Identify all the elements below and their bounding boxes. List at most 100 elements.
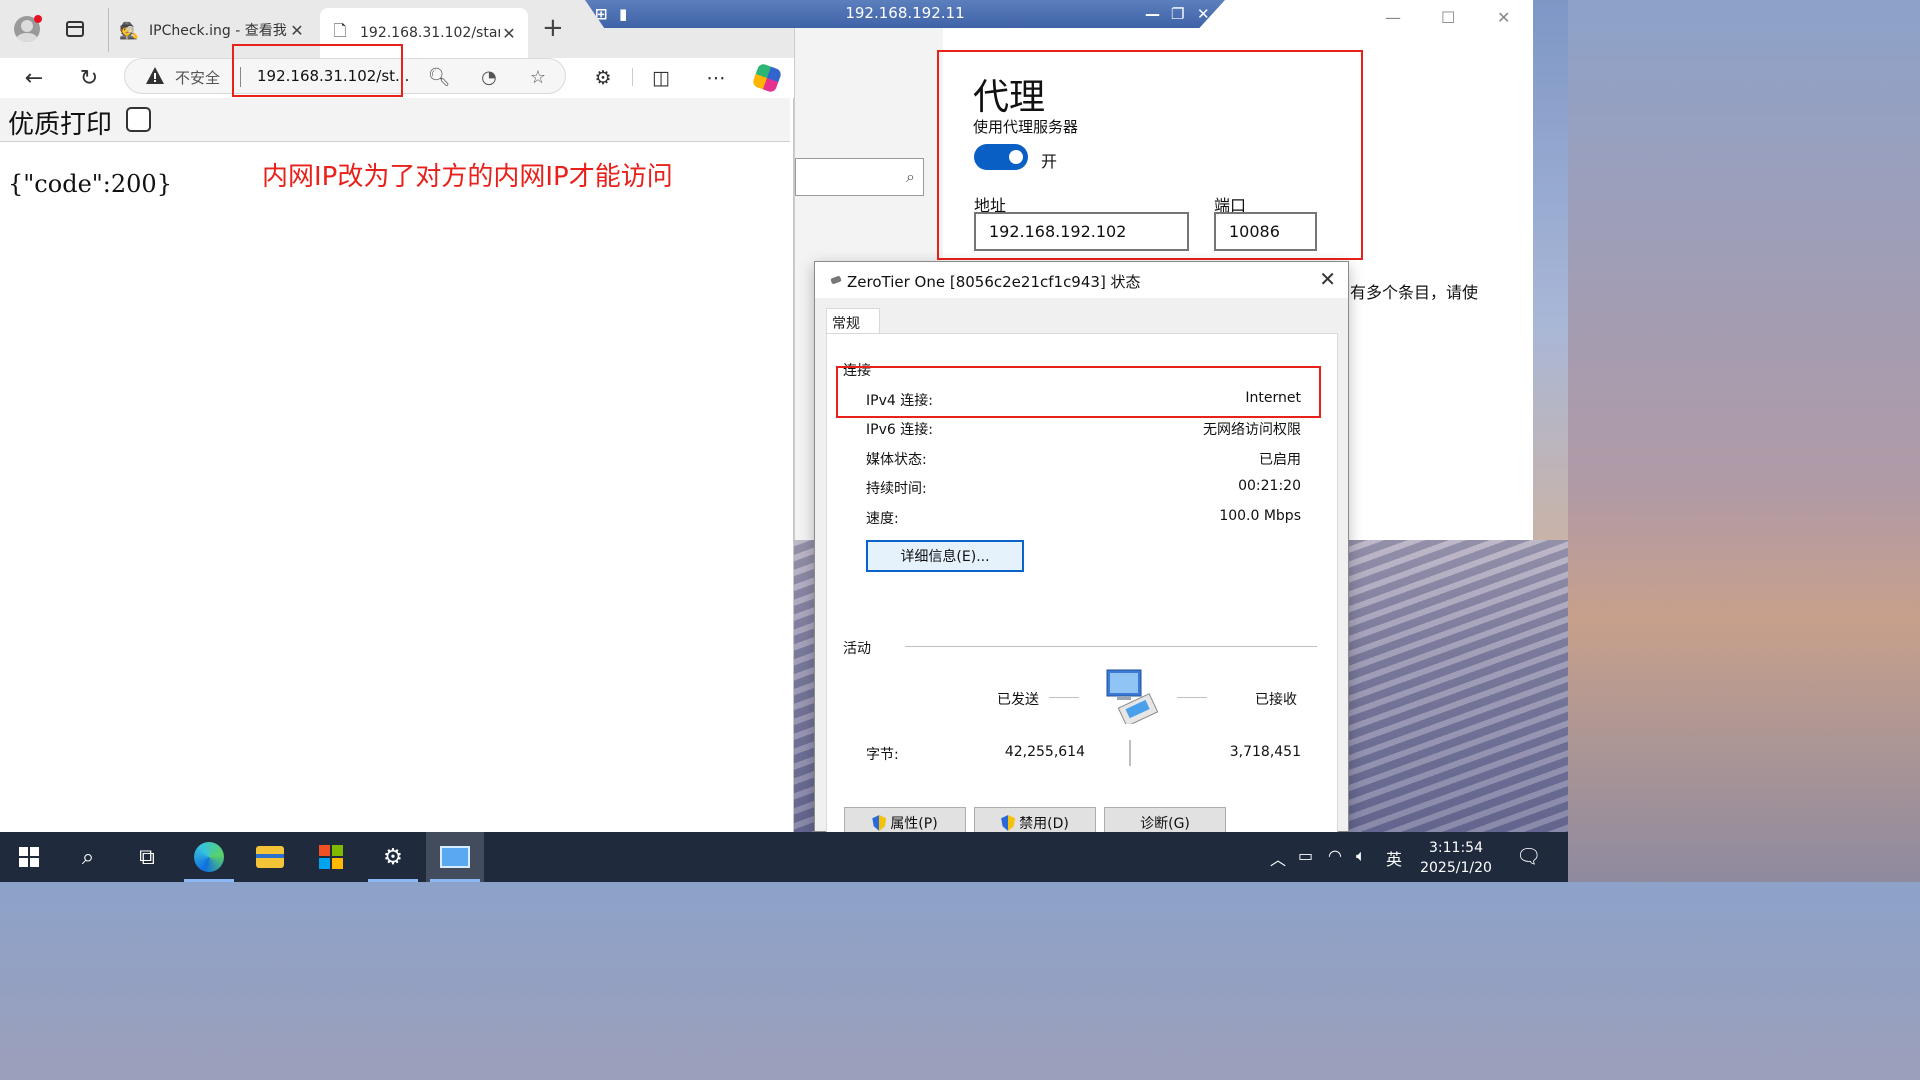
profile-avatar-button[interactable]	[12, 14, 42, 44]
windows-logo-icon	[19, 847, 39, 867]
activity-section-label: 活动	[843, 641, 871, 657]
desktop-wallpaper-sky	[1533, 0, 1568, 540]
page-icon: 🗋	[333, 20, 347, 40]
minimize-icon[interactable]: —	[1385, 8, 1401, 27]
remote-host-title: 192.168.192.11	[845, 4, 965, 22]
disable-button-label: 禁用(D)	[1019, 816, 1069, 832]
wifi-icon[interactable]: ◠	[1328, 846, 1342, 865]
notification-center-icon[interactable]: 🗨︎	[1516, 844, 1541, 868]
bytes-divider	[1129, 740, 1131, 766]
duration-value: 00:21:20	[1238, 478, 1301, 494]
warning-icon[interactable]	[145, 66, 165, 86]
received-label: 已接收	[1255, 692, 1297, 708]
folder-icon	[256, 846, 284, 868]
speed-value: 100.0 Mbps	[1219, 508, 1301, 524]
close-tab-icon[interactable]: ✕	[288, 21, 306, 40]
speed-label: 速度:	[866, 511, 899, 527]
details-button[interactable]: 详细信息(E)...	[866, 540, 1024, 572]
minimize-icon[interactable]: —	[1145, 5, 1160, 23]
media-state-label: 媒体状态:	[866, 452, 927, 468]
chevron-up-icon[interactable]: ︿	[1270, 846, 1286, 870]
system-clock[interactable]: 3:11:54 2025/1/20	[1410, 838, 1502, 878]
more-menu-icon[interactable]: ⋯	[701, 63, 731, 93]
close-icon[interactable]: ✕	[1319, 267, 1336, 291]
security-status-label[interactable]: 不安全	[175, 67, 220, 88]
dialog-title: ZeroTier One [8056c2e21cf1c943] 状态	[847, 273, 1141, 291]
taskbar: ⌕ ⧉ ⚙ ︿ ▭ ◠ 🔈︎ 英 3:11:54 2025/1/20 🗨︎	[0, 832, 1568, 882]
split-screen-icon[interactable]: ◫	[646, 63, 676, 93]
bytes-label: 字节:	[866, 747, 899, 763]
truncated-help-text: 有多个条目，请使	[1350, 283, 1479, 302]
taskbar-settings[interactable]: ⚙	[364, 832, 422, 882]
battery-icon[interactable]: ▭	[1298, 846, 1313, 865]
gear-icon: ⚙	[383, 844, 403, 870]
search-icon: ⌕	[81, 844, 95, 870]
bytes-sent-value: 42,255,614	[1004, 744, 1085, 760]
notification-dot	[34, 15, 42, 23]
refresh-button[interactable]: ↻	[73, 62, 105, 94]
activity-divider	[905, 646, 1317, 647]
sent-label: 已发送	[997, 692, 1039, 708]
remote-desktop-icon	[440, 846, 470, 868]
browser-window: 🕵 IPCheck.ing - 查看我 ✕ 🗋 192.168.31.102/s…	[0, 0, 794, 832]
taskbar-edge[interactable]	[180, 832, 238, 882]
search-button[interactable]: ⌕	[59, 832, 117, 882]
tab-title: 192.168.31.102/start	[360, 25, 500, 41]
volume-icon[interactable]: 🔈︎	[1356, 846, 1366, 866]
taskbar-remote-desktop[interactable]	[426, 832, 484, 882]
print-quality-checkbox[interactable]	[126, 107, 151, 132]
dialog-titlebar: ZeroTier One [8056c2e21cf1c943] 状态 ✕	[815, 262, 1348, 298]
toolbar-divider	[632, 68, 633, 86]
edge-icon	[194, 842, 224, 872]
received-line	[1177, 697, 1207, 698]
new-tab-button[interactable]: +	[542, 15, 564, 41]
restore-icon[interactable]: ❐	[1171, 5, 1184, 23]
running-indicator	[184, 879, 234, 882]
remote-desktop-bar: ⊞ ▮ 192.168.192.11 — ❐ ✕	[585, 0, 1225, 28]
network-computers-icon	[1106, 669, 1159, 724]
ipv4-highlight-box	[836, 366, 1321, 418]
print-option-bar: 优质打印	[0, 98, 790, 142]
sent-line	[1049, 697, 1079, 698]
zoom-icon[interactable]: 🔍︎	[427, 65, 451, 89]
store-icon	[319, 845, 343, 869]
running-indicator	[368, 879, 418, 882]
maximize-icon[interactable]: ☐	[1441, 8, 1455, 27]
running-indicator	[430, 879, 480, 882]
uac-shield-icon	[1001, 815, 1016, 831]
media-state-value: 已启用	[1259, 452, 1301, 468]
start-button[interactable]	[0, 832, 58, 882]
close-icon[interactable]: ✕	[1497, 8, 1510, 27]
ime-indicator[interactable]: 英	[1386, 846, 1402, 870]
copilot-button[interactable]	[751, 62, 783, 94]
task-view-button[interactable]: ⧉	[118, 832, 176, 882]
red-annotation-text: 内网IP改为了对方的内网IP才能访问	[262, 162, 673, 192]
browser-essentials-icon[interactable]: ◔	[477, 65, 501, 89]
tab-general[interactable]: 常规	[826, 308, 880, 334]
network-status-dialog: ZeroTier One [8056c2e21cf1c943] 状态 ✕ 常规 …	[814, 261, 1349, 839]
clock-time: 3:11:54	[1429, 840, 1483, 856]
bytes-received-value: 3,718,451	[1229, 744, 1301, 760]
taskbar-file-explorer[interactable]	[241, 832, 299, 882]
url-highlight-box	[232, 44, 403, 97]
settings-search-input[interactable]: ⌕	[795, 158, 924, 196]
tab-actions-icon	[66, 21, 84, 37]
tab-actions-button[interactable]	[60, 14, 90, 44]
search-icon: ⌕	[906, 167, 915, 186]
extensions-icon[interactable]: ⚙	[588, 63, 618, 93]
favorite-star-icon[interactable]: ☆	[526, 65, 550, 89]
network-adapter-icon	[830, 275, 842, 285]
properties-button-label: 属性(P)	[890, 816, 938, 832]
json-response-text: {"code":200}	[8, 170, 172, 198]
spy-icon: 🕵	[119, 20, 139, 40]
task-view-icon: ⧉	[139, 844, 155, 870]
back-button[interactable]: ←	[18, 62, 50, 94]
ipv6-value: 无网络访问权限	[1203, 422, 1301, 438]
clock-date: 2025/1/20	[1420, 860, 1492, 876]
taskbar-store[interactable]	[302, 832, 360, 882]
tab-title: IPCheck.ing - 查看我	[149, 23, 287, 39]
proxy-highlight-box	[937, 50, 1363, 260]
print-quality-label: 优质打印	[8, 110, 113, 140]
duration-label: 持续时间:	[866, 481, 927, 497]
close-tab-icon[interactable]: ✕	[500, 24, 518, 43]
